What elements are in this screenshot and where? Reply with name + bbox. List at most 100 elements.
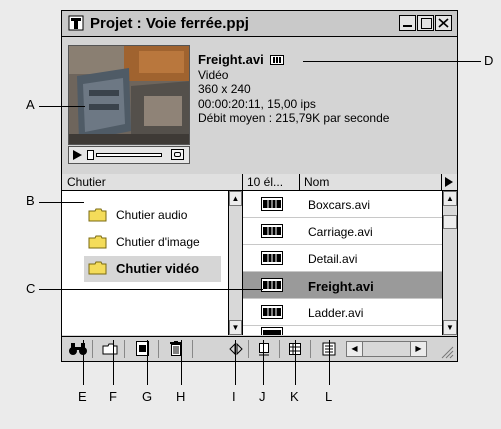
clip-dimensions: 360 x 240 xyxy=(198,82,251,96)
callout-line-k xyxy=(295,340,296,385)
scroll-up-arrow-icon[interactable]: ▲ xyxy=(229,191,242,206)
app-icon xyxy=(68,15,84,31)
new-bin-folder-icon[interactable] xyxy=(102,343,118,355)
callout-d: D xyxy=(484,53,494,68)
files-scrollbar[interactable]: ▲ ▼ xyxy=(442,191,457,335)
poster-frame-button[interactable] xyxy=(171,149,184,160)
file-row-ladder[interactable]: Ladder.avi xyxy=(243,299,443,326)
clip-preview-thumbnail[interactable] xyxy=(68,45,190,145)
partial-film-clip xyxy=(261,327,283,335)
freight-thumbnail-image xyxy=(69,46,189,144)
project-toolbar: ◀ ▶ xyxy=(62,336,457,361)
file-row-carriage[interactable]: Carriage.avi xyxy=(243,218,443,245)
maximize-button[interactable] xyxy=(417,15,434,31)
scroll-down-arrow-icon[interactable]: ▼ xyxy=(229,320,242,335)
file-name: Carriage.avi xyxy=(308,225,373,239)
files-pane: 10 él... Nom Boxcars.avi Carriage.avi De… xyxy=(243,174,457,335)
bin-label: Chutier d'image xyxy=(116,235,200,249)
film-clip-icon xyxy=(261,251,283,265)
scroll-down-arrow-icon[interactable]: ▼ xyxy=(443,320,457,335)
files-header: 10 él... Nom xyxy=(243,174,457,191)
callout-line-j xyxy=(263,340,264,385)
scroll-left-arrow-icon[interactable]: ◀ xyxy=(347,342,363,356)
scrub-track[interactable] xyxy=(96,153,162,157)
callout-i: I xyxy=(232,389,236,404)
binoculars-icon[interactable] xyxy=(68,342,88,356)
film-clip-icon xyxy=(261,327,283,335)
callout-line-c xyxy=(39,289,263,290)
close-button[interactable] xyxy=(435,15,452,31)
callout-line-f xyxy=(113,340,114,385)
callout-line-l xyxy=(329,340,330,385)
clip-metadata: Freight.avi Vidéo 360 x 240 00:00:20:11,… xyxy=(198,52,390,126)
file-row-boxcars[interactable]: Boxcars.avi xyxy=(243,191,443,218)
bin-label: Chutier audio xyxy=(116,208,188,222)
bins-header[interactable]: Chutier xyxy=(62,174,242,191)
callout-j: J xyxy=(259,389,266,404)
scroll-up-arrow-icon[interactable]: ▲ xyxy=(443,191,457,206)
file-name: Boxcars.avi xyxy=(308,198,371,212)
bins-scrollbar[interactable]: ▲ ▼ xyxy=(228,191,242,335)
callout-line-h xyxy=(181,340,182,385)
scroll-thumb[interactable] xyxy=(443,215,457,229)
name-column-header[interactable]: Nom xyxy=(300,174,442,190)
bin-label: Chutier vidéo xyxy=(116,261,200,276)
project-window: Projet : Voie ferrée.ppj Freight.avi Vid… xyxy=(61,10,458,362)
file-name: Ladder.avi xyxy=(308,306,364,320)
title-bar[interactable]: Projet : Voie ferrée.ppj xyxy=(62,11,457,37)
callout-b: B xyxy=(26,193,35,208)
film-clip-icon xyxy=(269,55,284,65)
count-column-header[interactable]: 10 él... xyxy=(243,174,300,190)
folder-icon xyxy=(88,261,107,275)
clip-type: Vidéo xyxy=(198,67,229,82)
film-clip-icon xyxy=(261,278,283,292)
minimize-button[interactable] xyxy=(399,15,416,31)
pane-resize-icon[interactable] xyxy=(229,342,243,356)
callout-line-e xyxy=(83,340,84,385)
callout-h: H xyxy=(176,389,186,404)
name-header-label: Nom xyxy=(304,175,330,189)
callout-a: A xyxy=(26,97,35,112)
bins-pane: Chutier Chutier audio Chutier d'image Ch… xyxy=(62,174,243,335)
clip-bitrate: Débit moyen : 215,79K par seconde xyxy=(198,111,390,125)
clip-timecode: 00:00:20:11, 15,00 ips xyxy=(198,96,316,111)
callout-line-b xyxy=(39,202,84,203)
poster-frame-icon xyxy=(174,152,181,157)
callout-f: F xyxy=(109,389,117,404)
callout-line-d xyxy=(303,61,481,62)
film-clip-icon xyxy=(261,197,283,211)
callout-line-i xyxy=(235,340,236,385)
preview-controls xyxy=(68,146,190,164)
film-clip-icon xyxy=(261,224,283,238)
file-row-freight[interactable]: Freight.avi xyxy=(243,272,443,299)
bin-item-video[interactable]: Chutier vidéo xyxy=(84,256,221,282)
play-icon[interactable] xyxy=(72,150,82,160)
panel-menu-arrow-icon[interactable] xyxy=(444,177,453,187)
files-hscrollbar[interactable]: ◀ ▶ xyxy=(346,341,427,357)
scroll-right-arrow-icon[interactable]: ▶ xyxy=(410,342,426,356)
folder-icon xyxy=(88,235,107,249)
callout-l: L xyxy=(325,389,333,404)
count-header-label: 10 él... xyxy=(247,175,284,189)
file-name: Detail.avi xyxy=(308,252,358,266)
callout-c: C xyxy=(26,281,36,296)
bins-header-label: Chutier xyxy=(67,175,106,189)
resize-grip-icon[interactable] xyxy=(440,345,454,359)
scrub-handle[interactable] xyxy=(87,150,94,160)
clip-info-panel: Freight.avi Vidéo 360 x 240 00:00:20:11,… xyxy=(62,38,457,200)
icon-view-icon[interactable] xyxy=(257,342,271,356)
folder-icon xyxy=(88,208,107,222)
file-row-detail[interactable]: Detail.avi xyxy=(243,245,443,272)
close-icon xyxy=(438,18,449,28)
callout-g: G xyxy=(142,389,153,404)
clip-name: Freight.avi xyxy=(198,52,264,67)
callout-line-a xyxy=(39,106,85,107)
callout-k: K xyxy=(290,389,299,404)
window-title: Projet : Voie ferrée.ppj xyxy=(90,15,249,32)
callout-e: E xyxy=(78,389,87,404)
callout-line-g xyxy=(147,340,148,385)
film-clip-icon xyxy=(261,305,283,319)
minimize-icon xyxy=(403,25,412,27)
maximize-icon xyxy=(421,18,432,29)
file-name: Freight.avi xyxy=(308,279,374,294)
